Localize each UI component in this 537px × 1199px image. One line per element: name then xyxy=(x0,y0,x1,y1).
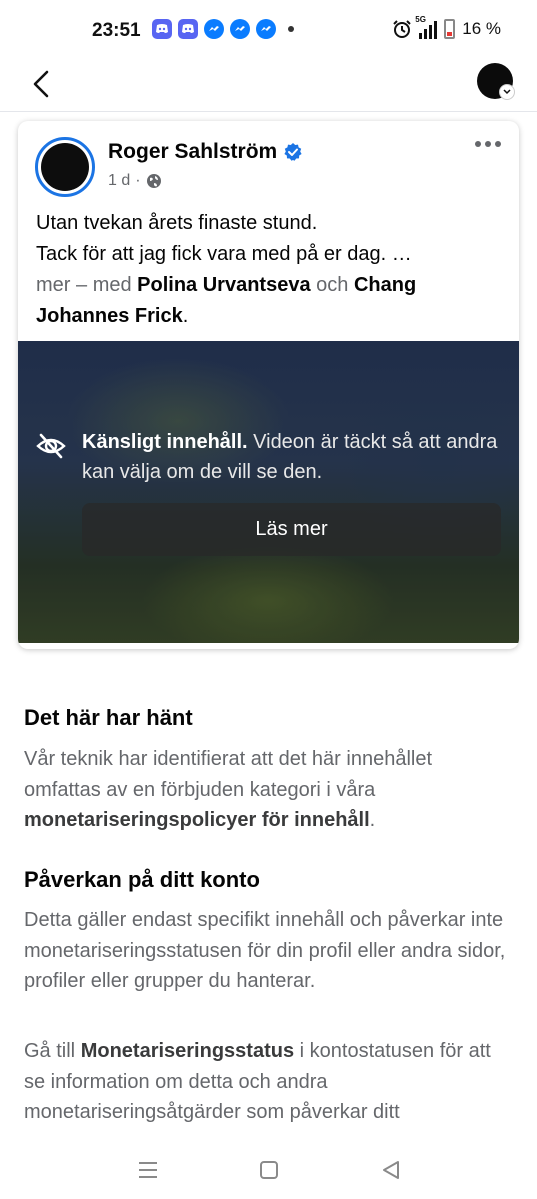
network-label: 5G xyxy=(415,15,426,24)
post-options-button[interactable] xyxy=(475,141,501,147)
messenger-icon xyxy=(230,19,250,39)
status-time: 23:51 xyxy=(92,20,141,41)
verified-badge-icon xyxy=(284,143,302,161)
recent-apps-icon xyxy=(139,1162,157,1178)
more-icon xyxy=(475,141,481,147)
messenger-icon xyxy=(256,19,276,39)
battery-icon xyxy=(444,19,456,39)
eye-off-icon xyxy=(36,433,66,459)
what-happened-text: Vår teknik har identifierat att det här … xyxy=(24,744,514,836)
globe-icon xyxy=(146,174,161,188)
account-impact-text: Detta gäller endast specifikt innehåll o… xyxy=(24,909,506,992)
author-name[interactable]: Roger Sahlström xyxy=(108,140,277,164)
sensitive-video[interactable]: Känsligt innehåll. Videon är täckt så at… xyxy=(18,341,519,643)
and-label: och xyxy=(316,274,349,296)
what-happened-title: Det här har hänt xyxy=(24,705,193,730)
post-author[interactable]: Roger Sahlström xyxy=(108,140,303,164)
status-bar: 23:51 5G 16 % xyxy=(0,0,537,60)
author-avatar[interactable] xyxy=(35,137,95,197)
more-notifications-dot xyxy=(288,26,294,32)
sensitive-title: Känsligt innehåll. xyxy=(82,431,248,453)
discord-icon xyxy=(152,19,172,39)
post-meta: 1 d · xyxy=(108,172,162,190)
system-nav-bar xyxy=(0,1140,537,1199)
monetization-status-link[interactable]: Monetariseringsstatus xyxy=(81,1040,294,1062)
post-text-line2: Tack för att jag fick vara med på er dag… xyxy=(36,243,412,265)
signal-icon: 5G xyxy=(415,15,438,39)
what-happened-end: . xyxy=(369,809,376,831)
discord-icon xyxy=(178,19,198,39)
see-more-link[interactable]: mer xyxy=(36,274,70,296)
post-text-line1: Utan tvekan årets finaste stund. xyxy=(36,212,318,234)
nav-back-button[interactable] xyxy=(377,1156,405,1184)
home-icon xyxy=(260,1161,278,1179)
system-indicators: 5G 16 % xyxy=(392,15,501,39)
with-label: – med xyxy=(76,274,132,296)
post-text: Utan tvekan årets finaste stund. Tack fö… xyxy=(36,208,506,332)
account-impact-title: Påverkan på ditt konto xyxy=(24,867,260,892)
recent-apps-button[interactable] xyxy=(134,1156,162,1184)
chevron-down-icon[interactable] xyxy=(499,84,515,100)
meta-separator: · xyxy=(135,172,141,189)
app-header xyxy=(0,60,537,112)
what-happened-body: Vår teknik har identifierat att det här … xyxy=(24,748,433,801)
post-card: Roger Sahlström 1 d · Utan tvekan årets … xyxy=(18,121,519,649)
read-more-button[interactable]: Läs mer xyxy=(82,503,501,556)
sensitive-notice: Känsligt innehåll. Videon är täckt så at… xyxy=(82,427,502,487)
status-info-prefix: Gå till xyxy=(24,1040,76,1062)
home-button[interactable] xyxy=(255,1156,283,1184)
alarm-icon xyxy=(393,20,411,38)
chevron-left-icon xyxy=(33,70,49,98)
messenger-icon xyxy=(204,19,224,39)
notification-icons xyxy=(152,19,294,39)
battery-percent: 16 % xyxy=(462,19,501,38)
post-time[interactable]: 1 d xyxy=(108,172,130,190)
monetization-policies-link[interactable]: monetariseringspolicyer för innehåll xyxy=(24,809,370,831)
post-text-period: . xyxy=(182,305,189,327)
back-icon xyxy=(383,1161,399,1179)
status-info-text: Gå till Monetariseringsstatus i kontosta… xyxy=(24,1036,514,1140)
tag-polina[interactable]: Polina Urvantseva xyxy=(137,274,310,296)
back-button[interactable] xyxy=(26,66,56,102)
